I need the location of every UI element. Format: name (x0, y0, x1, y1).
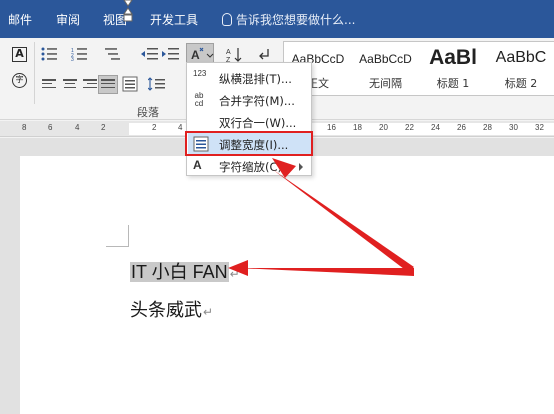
annotation-arrows (228, 158, 414, 276)
annotation-arrowhead (272, 158, 296, 178)
annotation-arrowhead (228, 260, 248, 276)
annotation-arrow-tail (272, 169, 414, 272)
annotation-arrow-tail (236, 268, 414, 276)
